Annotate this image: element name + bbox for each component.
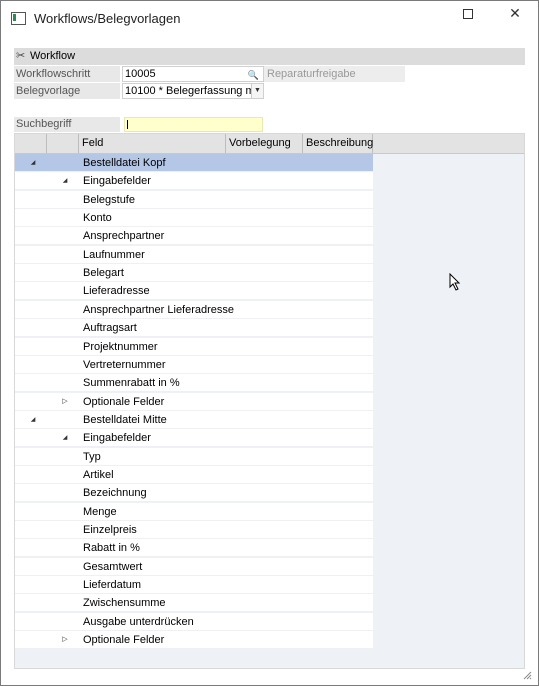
tools-icon: ✂: [16, 50, 26, 62]
tree-row[interactable]: Menge: [15, 502, 373, 521]
tree-row[interactable]: Lieferadresse: [15, 282, 373, 301]
tree-row[interactable]: ◢ Eingabefelder: [15, 172, 373, 191]
tree-row[interactable]: Zwischensumme: [15, 594, 373, 613]
workflowschritt-row: Workflowschritt 10005 🔍 Reparaturfreigab…: [14, 66, 525, 82]
tree-row-label: Ansprechpartner: [83, 230, 165, 243]
tree-row-label: Laufnummer: [83, 248, 145, 261]
tree-row-label: Gesamtwert: [83, 560, 143, 573]
search-icon[interactable]: 🔍: [248, 68, 259, 81]
tree-row[interactable]: Belegart: [15, 264, 373, 283]
collapse-icon[interactable]: ◢: [28, 154, 38, 172]
tree-row-label: Zwischensumme: [83, 597, 166, 610]
suchbegriff-row: Suchbegriff: [14, 117, 263, 132]
tree-row-label: Rabatt in %: [83, 542, 140, 555]
workflowschritt-label: Workflowschritt: [14, 66, 120, 82]
belegvorlage-value: 10100 * Belegerfassung mi: [125, 85, 258, 97]
tree-row[interactable]: Summenrabatt in %: [15, 374, 373, 393]
maximize-icon: [463, 9, 473, 19]
collapse-icon[interactable]: ◢: [60, 172, 70, 190]
chevron-down-icon[interactable]: ▼: [251, 84, 263, 98]
tree-row[interactable]: ◢ Eingabefelder: [15, 429, 373, 448]
tree-row[interactable]: ◢ Bestelldatei Mitte: [15, 410, 373, 429]
tree-row[interactable]: Laufnummer: [15, 245, 373, 264]
window-title: Workflows/Belegvorlagen: [34, 11, 181, 26]
col-header-beschreibung[interactable]: Beschreibung: [303, 134, 373, 153]
collapse-icon[interactable]: ◢: [60, 429, 70, 447]
belegvorlage-select[interactable]: 10100 * Belegerfassung mi ▼: [122, 83, 264, 99]
tree-row[interactable]: Projektnummer: [15, 337, 373, 356]
mouse-cursor-icon: [449, 273, 461, 291]
tree-row[interactable]: Vertreternummer: [15, 355, 373, 374]
belegvorlage-label: Belegvorlage: [14, 83, 120, 99]
tree-row[interactable]: ◢ Bestelldatei Kopf: [15, 154, 373, 172]
tree-row[interactable]: Ausgabe unterdrücken: [15, 612, 373, 631]
tree-row[interactable]: Bezeichnung: [15, 484, 373, 503]
tree-row-label: Ausgabe unterdrücken: [83, 615, 194, 628]
section-title: Workflow: [30, 50, 76, 62]
tree-row[interactable]: ▷ Optionale Felder: [15, 631, 373, 650]
tree-row-label: Lieferdatum: [83, 579, 142, 592]
tree-row[interactable]: Ansprechpartner Lieferadresse: [15, 300, 373, 319]
grid-header: Feld Vorbelegung Beschreibung: [15, 134, 524, 154]
app-icon: [11, 12, 26, 25]
tree-row-label: Vertreternummer: [83, 358, 166, 371]
tree-row-label: Lieferadresse: [83, 285, 150, 298]
workflowschritt-field[interactable]: 10005 🔍: [122, 66, 264, 82]
belegvorlage-row: Belegvorlage 10100 * Belegerfassung mi ▼: [14, 83, 525, 99]
resize-grip-icon[interactable]: [522, 670, 532, 680]
tree-row[interactable]: Auftragsart: [15, 319, 373, 338]
tree-row-label: Belegstufe: [83, 193, 135, 206]
tree-row[interactable]: Gesamtwert: [15, 557, 373, 576]
col-header-feld[interactable]: Feld: [79, 134, 226, 153]
tree-row[interactable]: Typ: [15, 447, 373, 466]
tree-row-label: Eingabefelder: [83, 432, 151, 445]
tree-row[interactable]: Einzelpreis: [15, 521, 373, 539]
tree-row[interactable]: ▷ Optionale Felder: [15, 392, 373, 411]
tree-row[interactable]: Lieferdatum: [15, 576, 373, 595]
window: Workflows/Belegvorlagen ✕ ✂ Workflow Wor…: [0, 0, 539, 686]
close-button[interactable]: ✕: [501, 4, 529, 24]
suchbegriff-label: Suchbegriff: [14, 117, 120, 132]
tree-row[interactable]: Belegstufe: [15, 190, 373, 209]
field-tree-grid[interactable]: Feld Vorbelegung Beschreibung ◢ Bestellda…: [14, 133, 525, 669]
col-header-expander-2[interactable]: [47, 134, 79, 153]
tree-row[interactable]: Artikel: [15, 465, 373, 484]
tree-row[interactable]: Rabatt in %: [15, 539, 373, 558]
tree-row-label: Menge: [83, 505, 117, 518]
tree-row-label: Optionale Felder: [83, 395, 165, 408]
collapse-icon[interactable]: ◢: [28, 411, 38, 429]
tree-row[interactable]: Ansprechpartner: [15, 227, 373, 246]
tree-row-label: Bestelldatei Kopf: [83, 157, 166, 169]
workflowschritt-value: 10005: [125, 68, 156, 80]
tree-row-label: Eingabefelder: [83, 175, 151, 188]
tree-row-label: Typ: [83, 450, 101, 463]
expand-icon[interactable]: ▷: [60, 393, 70, 411]
col-header-expander-1[interactable]: [15, 134, 47, 153]
tree-row-label: Bestelldatei Mitte: [83, 413, 167, 426]
tree-row-label: Auftragsart: [83, 322, 137, 335]
workflow-section-header: ✂ Workflow: [14, 48, 525, 65]
maximize-button[interactable]: [454, 4, 482, 24]
col-header-vorbelegung[interactable]: Vorbelegung: [226, 134, 303, 153]
workflowschritt-description: Reparaturfreigabe: [264, 66, 405, 82]
tree-row-label: Artikel: [83, 468, 114, 481]
tree-row[interactable]: Konto: [15, 209, 373, 228]
tree-row-label: Ansprechpartner Lieferadresse: [83, 303, 235, 316]
tree-row-label: Bezeichnung: [83, 487, 147, 500]
tree-row-label: Summenrabatt in %: [83, 377, 180, 390]
tree-row-label: Optionale Felder: [83, 634, 165, 647]
expand-icon[interactable]: ▷: [60, 631, 70, 649]
title-bar: Workflows/Belegvorlagen ✕: [1, 1, 538, 33]
tree-row-label: Belegart: [83, 267, 124, 280]
tree-row-label: Projektnummer: [83, 340, 158, 353]
tree-row-label: Einzelpreis: [83, 524, 137, 536]
tree-row-label: Konto: [83, 212, 112, 225]
suchbegriff-input[interactable]: [124, 117, 263, 132]
text-caret: [127, 120, 128, 129]
